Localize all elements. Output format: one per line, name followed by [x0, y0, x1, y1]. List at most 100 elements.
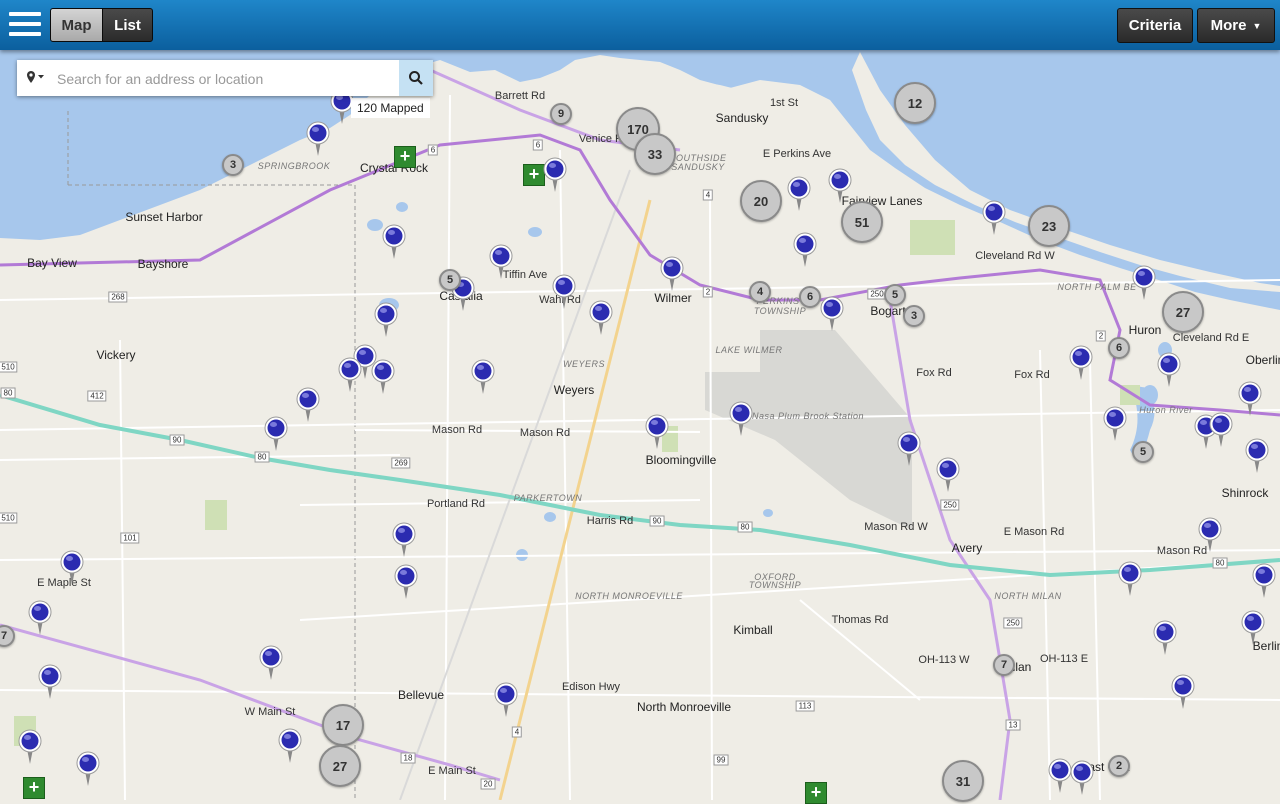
cluster-marker[interactable]: 5 [439, 269, 461, 291]
hospital-icon[interactable]: + [523, 164, 545, 186]
property-marker-icon[interactable] [828, 168, 852, 204]
property-marker-icon[interactable] [820, 296, 844, 332]
road-shield: 6 [532, 139, 544, 151]
property-marker-icon[interactable] [660, 256, 684, 292]
property-marker-icon[interactable] [1209, 412, 1233, 448]
cluster-marker[interactable]: 9 [550, 103, 572, 125]
road-shield: 13 [1005, 719, 1021, 731]
property-marker-icon[interactable] [76, 751, 100, 787]
cluster-marker[interactable]: 27 [319, 745, 361, 787]
map-place-label: Harris Rd [586, 515, 634, 527]
property-marker-icon[interactable] [1048, 758, 1072, 794]
property-marker-icon[interactable] [60, 550, 84, 586]
road-shield: 4 [702, 189, 714, 201]
hospital-icon[interactable]: + [394, 146, 416, 168]
property-marker-icon[interactable] [1245, 438, 1269, 474]
property-marker-icon[interactable] [394, 564, 418, 600]
road-shield: 250 [940, 499, 960, 511]
property-marker-icon[interactable] [259, 645, 283, 681]
property-marker-icon[interactable] [1157, 352, 1181, 388]
map-place-label: E Mason Rd [1003, 526, 1065, 538]
property-marker-icon[interactable] [382, 224, 406, 260]
road-shield: 101 [120, 532, 140, 544]
property-marker-icon[interactable] [1070, 760, 1094, 796]
property-marker-icon[interactable] [392, 522, 416, 558]
map-place-label: Portland Rd [426, 498, 486, 510]
cluster-marker[interactable]: 33 [634, 133, 676, 175]
property-marker-icon[interactable] [494, 682, 518, 718]
property-marker-icon[interactable] [793, 232, 817, 268]
map-place-label: Kimball [733, 623, 773, 637]
map-place-label: LAKE WILMER [715, 345, 783, 355]
menu-icon[interactable] [9, 10, 41, 38]
property-marker-icon[interactable] [278, 728, 302, 764]
search-button[interactable] [399, 60, 433, 96]
property-marker-icon[interactable] [982, 200, 1006, 236]
property-marker-icon[interactable] [589, 300, 613, 336]
property-marker-icon[interactable] [18, 729, 42, 765]
map-place-label: Sunset Harbor [125, 210, 203, 224]
cluster-marker[interactable]: 20 [740, 180, 782, 222]
cluster-marker[interactable]: 5 [884, 284, 906, 306]
property-marker-icon[interactable] [1103, 406, 1127, 442]
hospital-icon[interactable]: + [23, 777, 45, 799]
map-place-label: Vickery [96, 348, 136, 362]
property-marker-icon[interactable] [1153, 620, 1177, 656]
property-marker-icon[interactable] [1171, 674, 1195, 710]
property-marker-icon[interactable] [645, 414, 669, 450]
property-marker-icon[interactable] [1069, 345, 1093, 381]
road-shield: 80 [1212, 557, 1228, 569]
property-marker-icon[interactable] [729, 401, 753, 437]
property-marker-icon[interactable] [371, 359, 395, 395]
cluster-marker[interactable]: 3 [903, 305, 925, 327]
property-marker-icon[interactable] [471, 359, 495, 395]
property-marker-icon[interactable] [787, 176, 811, 212]
map-place-label: Huron River [1139, 405, 1193, 415]
criteria-button[interactable]: Criteria [1117, 8, 1193, 43]
property-marker-icon[interactable] [338, 357, 362, 393]
cluster-marker[interactable]: 7 [993, 654, 1015, 676]
road-shield: 510 [0, 361, 18, 373]
property-marker-icon[interactable] [264, 416, 288, 452]
cluster-marker[interactable]: 6 [1108, 337, 1130, 359]
cluster-marker[interactable]: 5 [1132, 441, 1154, 463]
cluster-marker[interactable]: 3 [222, 154, 244, 176]
property-marker-icon[interactable] [38, 664, 62, 700]
cluster-marker[interactable]: 17 [322, 704, 364, 746]
property-marker-icon[interactable] [306, 121, 330, 157]
property-marker-icon[interactable] [1118, 561, 1142, 597]
property-marker-icon[interactable] [374, 302, 398, 338]
top-bar: Map List Criteria More ▼ [0, 0, 1280, 50]
cluster-marker[interactable]: 51 [841, 201, 883, 243]
cluster-marker[interactable]: 6 [799, 286, 821, 308]
hospital-icon[interactable]: + [805, 782, 827, 804]
more-button[interactable]: More ▼ [1197, 8, 1275, 43]
map-place-label: WEYERS [562, 359, 606, 369]
map-canvas[interactable]: Sandusky Crystal Rock Sunset Harbor Bay Vie… [0, 0, 1280, 804]
cluster-marker[interactable]: 4 [749, 281, 771, 303]
property-marker-icon[interactable] [1238, 381, 1262, 417]
cluster-marker[interactable]: 2 [1108, 755, 1130, 777]
property-marker-icon[interactable] [552, 274, 576, 310]
property-marker-icon[interactable] [1198, 517, 1222, 553]
search-input[interactable] [55, 66, 409, 92]
property-marker-icon[interactable] [1241, 610, 1265, 646]
property-marker-icon[interactable] [936, 457, 960, 493]
cluster-marker[interactable]: 31 [942, 760, 984, 802]
cluster-marker[interactable]: 27 [1162, 291, 1204, 333]
cluster-marker[interactable]: 23 [1028, 205, 1070, 247]
cluster-marker[interactable]: 12 [894, 82, 936, 124]
map-place-label: Huron [1128, 323, 1162, 337]
property-marker-icon[interactable] [489, 244, 513, 280]
property-marker-icon[interactable] [897, 431, 921, 467]
tab-map[interactable]: Map [50, 8, 103, 42]
property-marker-icon[interactable] [543, 157, 567, 193]
property-marker-icon[interactable] [1252, 563, 1276, 599]
map-place-label: Thomas Rd [831, 614, 889, 626]
location-pin-dropdown[interactable] [25, 69, 45, 87]
tab-list[interactable]: List [102, 8, 153, 42]
property-marker-icon[interactable] [1132, 265, 1156, 301]
property-marker-icon[interactable] [28, 600, 52, 636]
road-shield: 510 [0, 512, 18, 524]
property-marker-icon[interactable] [296, 387, 320, 423]
